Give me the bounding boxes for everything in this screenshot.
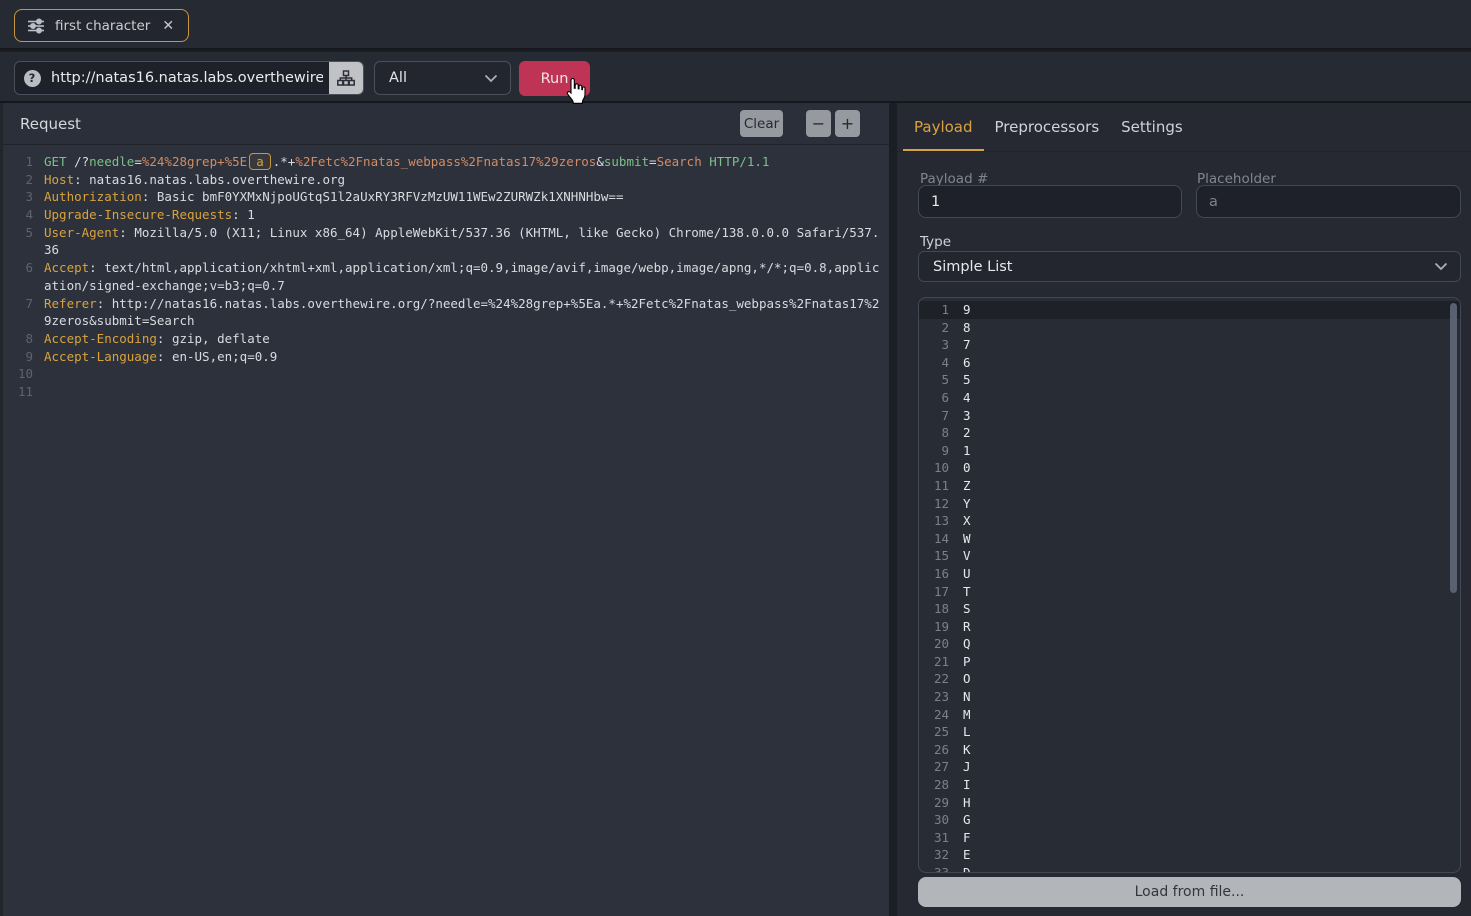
payload-number-input[interactable] <box>918 185 1182 218</box>
request-line: 10 <box>17 366 33 382</box>
payload-list-item[interactable]: 16 U <box>919 565 1460 583</box>
request-line: 8 Accept-Encoding: gzip, deflate <box>25 330 270 346</box>
payload-list-item[interactable]: 12 Y <box>919 495 1460 513</box>
session-tab-bar: first character ✕ <box>0 0 1471 50</box>
tab-settings[interactable]: Settings <box>1110 104 1194 150</box>
payload-list-item[interactable]: 32 E <box>919 846 1460 864</box>
request-line: 9 Accept-Language: en-US,en;q=0.9 <box>25 348 278 364</box>
payload-list-item[interactable]: 31 F <box>919 829 1460 847</box>
type-select-value: Simple List <box>933 258 1013 275</box>
payload-list-editor[interactable]: 1 9 2 8 3 7 4 6 5 5 6 4 7 3 8 2 9 1 10 0 11 Z 12 Y 13 X 14 W 15 V 16 U 1… <box>918 297 1461 873</box>
scope-select[interactable]: All <box>374 61 511 95</box>
session-tab-label: first character <box>55 17 151 34</box>
url-input[interactable] <box>49 62 329 94</box>
payload-list-item[interactable]: 73 <box>919 407 1460 425</box>
request-line: 1 GET /?needle=%24%28grep+%5E a .*+%2Fetc%2… <box>25 153 770 170</box>
payload-list-item[interactable]: 26 K <box>919 741 1460 759</box>
request-line: 36 <box>44 242 60 258</box>
toolbar: ? All <box>0 52 1471 103</box>
payload-list-item[interactable]: 17 T <box>919 583 1460 601</box>
payload-list-item[interactable]: 21 P <box>919 653 1460 671</box>
request-panel-header: Request Clear − + <box>3 103 889 145</box>
payload-list-item[interactable]: 91 <box>919 442 1460 460</box>
tab-preprocessors[interactable]: Preprocessors <box>984 104 1111 150</box>
request-line: 6 Accept: text/html,application/xhtml+xml… <box>25 260 880 276</box>
run-button[interactable]: Run <box>519 61 590 96</box>
payload-list-item[interactable]: 37 <box>919 336 1460 354</box>
payload-list-item[interactable]: 64 <box>919 389 1460 407</box>
url-group: ? <box>14 61 364 95</box>
clear-button[interactable]: Clear <box>740 110 783 137</box>
payload-list-item[interactable]: 13 X <box>919 512 1460 530</box>
sitemap-icon <box>337 70 355 86</box>
session-tab-first-character[interactable]: first character ✕ <box>14 9 190 42</box>
payload-list-item[interactable]: 22 O <box>919 670 1460 688</box>
payload-list-item[interactable]: 24 M <box>919 706 1460 724</box>
payload-list-item[interactable]: 29 H <box>919 794 1460 812</box>
payload-list-item[interactable]: 11 Z <box>919 477 1460 495</box>
payload-list-item[interactable]: 18 S <box>919 600 1460 618</box>
request-line: 3 Authorization: Basic bmF0YXMxNjpoUGtqS1… <box>25 189 624 205</box>
request-panel: Request Clear − + 1 GET /?needle=%24%28gr… <box>0 103 889 916</box>
tab-payload[interactable]: Payload <box>903 104 984 151</box>
request-line: 2 Host: natas16.natas.labs.overthewire.or… <box>25 171 346 187</box>
payload-list-item[interactable]: 15 V <box>919 547 1460 565</box>
load-from-file-button[interactable]: Load from file... <box>918 877 1461 907</box>
increase-font-button[interactable]: + <box>835 110 860 137</box>
chevron-down-icon <box>484 74 498 83</box>
request-line: 4 Upgrade-Insecure-Requests: 1 <box>25 207 255 223</box>
payload-list-item[interactable]: 25 L <box>919 723 1460 741</box>
payload-list-item[interactable]: 10 0 <box>919 459 1460 477</box>
payload-list-item[interactable]: 19 <box>919 301 1460 319</box>
request-editor[interactable]: 1 GET /?needle=%24%28grep+%5E a .*+%2Fetc%2… <box>3 146 889 916</box>
payload-tabs: Payload Preprocessors Settings <box>897 103 1471 152</box>
payload-list-item[interactable]: 14 W <box>919 530 1460 548</box>
request-line: 5 User-Agent: Mozilla/5.0 (X11; Linux x86… <box>25 224 880 240</box>
payload-list-item[interactable]: 28 <box>919 319 1460 337</box>
payload-list-item[interactable]: 20 Q <box>919 635 1460 653</box>
payload-list-item[interactable]: 82 <box>919 424 1460 442</box>
payload-list-item[interactable]: 19 R <box>919 618 1460 636</box>
request-line: 11 <box>17 383 33 399</box>
automate-app: first character ✕ ? http://natas16.natas… <box>0 0 1471 916</box>
scope-select-value: All <box>389 70 407 86</box>
request-line: 9zeros&submit=Search <box>44 313 195 329</box>
sliders-icon <box>27 17 45 34</box>
request-line: ation/signed-exchange;v=b3;q=0.7 <box>44 277 285 293</box>
payload-list-item[interactable]: 30 G <box>919 811 1460 829</box>
decrease-font-button[interactable]: − <box>806 110 831 137</box>
payload-list-item[interactable]: 28 I <box>919 776 1460 794</box>
help-icon: ? <box>23 69 41 87</box>
help-button[interactable]: ? <box>15 62 49 94</box>
payload-panel: Payload Preprocessors Settings Payload #… <box>897 103 1471 916</box>
payload-list-rows: 1 9 2 8 3 7 4 6 5 5 6 4 7 3 8 2 9 1 10 0 11 Z 12 Y 13 X 14 W 15 V 16 U 1… <box>919 301 1460 872</box>
type-label: Type <box>920 234 952 250</box>
scrollbar-thumb[interactable] <box>1450 303 1457 593</box>
placeholder-input[interactable] <box>1196 185 1461 218</box>
chevron-down-icon <box>1434 262 1448 271</box>
type-select[interactable]: Simple List <box>918 251 1461 282</box>
payload-list-item[interactable]: 23 N <box>919 688 1460 706</box>
payload-list-item[interactable]: 46 <box>919 354 1460 372</box>
payload-list-item[interactable]: 33 D <box>919 864 1460 872</box>
request-panel-title: Request <box>20 115 81 133</box>
close-icon[interactable]: ✕ <box>160 18 176 34</box>
payload-marker: a <box>249 153 271 170</box>
payload-list-item[interactable]: 27 J <box>919 758 1460 776</box>
payload-list-item[interactable]: 55 <box>919 371 1460 389</box>
request-line: 7 Referer: http://natas16.natas.labs.over… <box>25 295 880 311</box>
sitemap-button[interactable] <box>329 62 363 94</box>
